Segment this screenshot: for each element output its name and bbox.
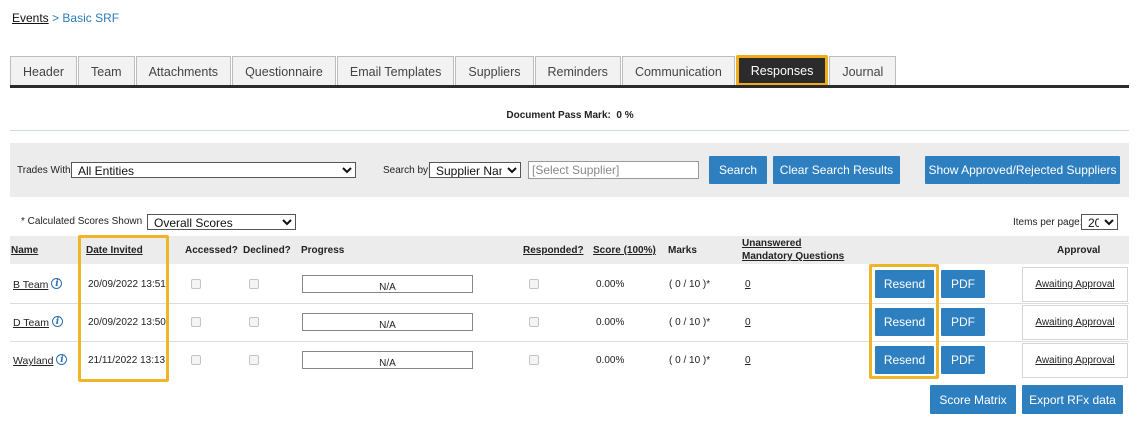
divider bbox=[10, 130, 1129, 131]
approval-cell: Awaiting Approval bbox=[1022, 305, 1128, 340]
info-icon[interactable]: i bbox=[52, 316, 63, 327]
column-unanswered-line1[interactable]: Unanswered bbox=[742, 238, 801, 249]
declined-checkbox bbox=[249, 279, 259, 289]
tab-header[interactable]: Header bbox=[10, 56, 77, 86]
tab-team[interactable]: Team bbox=[78, 56, 135, 86]
column-progress: Progress bbox=[301, 245, 345, 256]
approval-cell: Awaiting Approval bbox=[1022, 343, 1128, 378]
tab-underline bbox=[10, 85, 1129, 88]
column-score[interactable]: Score (100%) bbox=[593, 245, 656, 256]
search-by-label: Search by: bbox=[383, 165, 431, 176]
column-name[interactable]: Name bbox=[11, 245, 38, 256]
responded-checkbox bbox=[529, 317, 539, 327]
approval-cell: Awaiting Approval bbox=[1022, 267, 1128, 302]
date-invited-value: 20/09/2022 13:51 bbox=[88, 279, 166, 290]
show-approved-suppliers-button[interactable]: Show Approved/Rejected Suppliers bbox=[925, 156, 1120, 184]
trades-with-label: Trades With: bbox=[17, 165, 74, 176]
accessed-checkbox bbox=[191, 317, 201, 327]
info-icon[interactable]: i bbox=[56, 354, 68, 365]
tab-communication[interactable]: Communication bbox=[621, 56, 735, 86]
document-pass-mark: Document Pass Mark: 0 % bbox=[0, 110, 1140, 121]
column-date-invited[interactable]: Date Invited bbox=[86, 245, 143, 256]
supplier-name-link[interactable]: Wayland bbox=[13, 355, 53, 367]
declined-checkbox bbox=[249, 355, 259, 365]
export-rfx-data-button[interactable]: Export RFx data bbox=[1022, 385, 1123, 414]
awaiting-approval-link[interactable]: Awaiting Approval bbox=[1035, 317, 1114, 328]
tab-suppliers[interactable]: Suppliers bbox=[455, 56, 534, 86]
pass-mark-value: 0 % bbox=[616, 110, 634, 121]
score-value: 0.00% bbox=[596, 317, 625, 328]
calculated-scores-label: * Calculated Scores Shown bbox=[21, 216, 143, 227]
tab-responses[interactable]: Responses bbox=[735, 55, 829, 86]
supplier-name-link[interactable]: B Team bbox=[13, 279, 48, 291]
pdf-button[interactable]: PDF bbox=[941, 346, 985, 374]
row-divider bbox=[10, 341, 1129, 342]
column-marks: Marks bbox=[668, 245, 697, 256]
resend-button[interactable]: Resend bbox=[875, 346, 934, 374]
supplier-search-input[interactable]: [Select Supplier] bbox=[528, 161, 699, 179]
scores-select[interactable]: Overall Scores bbox=[147, 214, 296, 230]
unanswered-link[interactable]: 0 bbox=[745, 279, 751, 290]
score-matrix-button[interactable]: Score Matrix bbox=[930, 385, 1016, 414]
declined-checkbox bbox=[249, 317, 259, 327]
awaiting-approval-link[interactable]: Awaiting Approval bbox=[1035, 355, 1114, 366]
supplier-name-link[interactable]: D Team bbox=[13, 317, 49, 329]
responded-checkbox bbox=[529, 355, 539, 365]
progress-bar: N/A bbox=[302, 275, 473, 293]
column-unanswered-line2[interactable]: Mandatory Questions bbox=[742, 251, 844, 262]
progress-bar: N/A bbox=[302, 313, 473, 331]
pdf-button[interactable]: PDF bbox=[941, 270, 985, 298]
breadcrumb: Events > Basic SRF bbox=[12, 11, 119, 25]
tab-email-templates[interactable]: Email Templates bbox=[336, 56, 455, 86]
breadcrumb-events-link[interactable]: Events bbox=[12, 11, 49, 25]
tab-reminders[interactable]: Reminders bbox=[534, 56, 621, 86]
column-accessed: Accessed? bbox=[185, 245, 238, 256]
tab-bar: Header Team Attachments Questionnaire Em… bbox=[10, 55, 897, 87]
breadcrumb-current: Basic SRF bbox=[62, 11, 120, 25]
column-approval: Approval bbox=[1057, 245, 1101, 256]
items-per-page-label: Items per page: bbox=[1013, 217, 1083, 228]
accessed-checkbox bbox=[191, 355, 201, 365]
marks-value: ( 0 / 10 )* bbox=[669, 279, 711, 290]
tab-questionnaire[interactable]: Questionnaire bbox=[232, 56, 336, 86]
responded-checkbox bbox=[529, 279, 539, 289]
row-divider bbox=[10, 303, 1129, 304]
search-button[interactable]: Search bbox=[709, 156, 767, 184]
table-row: B Team i bbox=[13, 278, 63, 291]
resend-button[interactable]: Resend bbox=[875, 270, 934, 298]
score-value: 0.00% bbox=[596, 355, 625, 366]
resend-button[interactable]: Resend bbox=[875, 308, 934, 336]
column-responded[interactable]: Responded? bbox=[523, 245, 584, 256]
table-row: D Team i bbox=[13, 316, 63, 329]
pdf-button[interactable]: PDF bbox=[941, 308, 985, 336]
tab-attachments[interactable]: Attachments bbox=[135, 56, 232, 86]
items-per-page-select[interactable]: 20 bbox=[1081, 214, 1118, 230]
date-invited-value: 20/09/2022 13:50 bbox=[88, 317, 166, 328]
search-by-select[interactable]: Supplier Name bbox=[429, 162, 521, 178]
progress-bar: N/A bbox=[302, 351, 473, 369]
breadcrumb-separator: > bbox=[52, 11, 60, 25]
table-row: Wayland i bbox=[13, 354, 68, 367]
marks-value: ( 0 / 10 )* bbox=[669, 317, 711, 328]
trades-with-select[interactable]: All Entities bbox=[71, 162, 356, 178]
unanswered-link[interactable]: 0 bbox=[745, 317, 751, 328]
info-icon[interactable]: i bbox=[51, 278, 63, 289]
accessed-checkbox bbox=[191, 279, 201, 289]
date-invited-value: 21/11/2022 13:13 bbox=[88, 355, 166, 366]
clear-search-button[interactable]: Clear Search Results bbox=[773, 156, 900, 184]
pass-mark-label: Document Pass Mark: bbox=[506, 110, 611, 121]
marks-value: ( 0 / 10 )* bbox=[669, 355, 711, 366]
awaiting-approval-link[interactable]: Awaiting Approval bbox=[1035, 279, 1114, 290]
tab-journal[interactable]: Journal bbox=[829, 56, 897, 86]
score-value: 0.00% bbox=[596, 279, 625, 290]
column-declined: Declined? bbox=[243, 245, 291, 256]
unanswered-link[interactable]: 0 bbox=[745, 355, 751, 366]
